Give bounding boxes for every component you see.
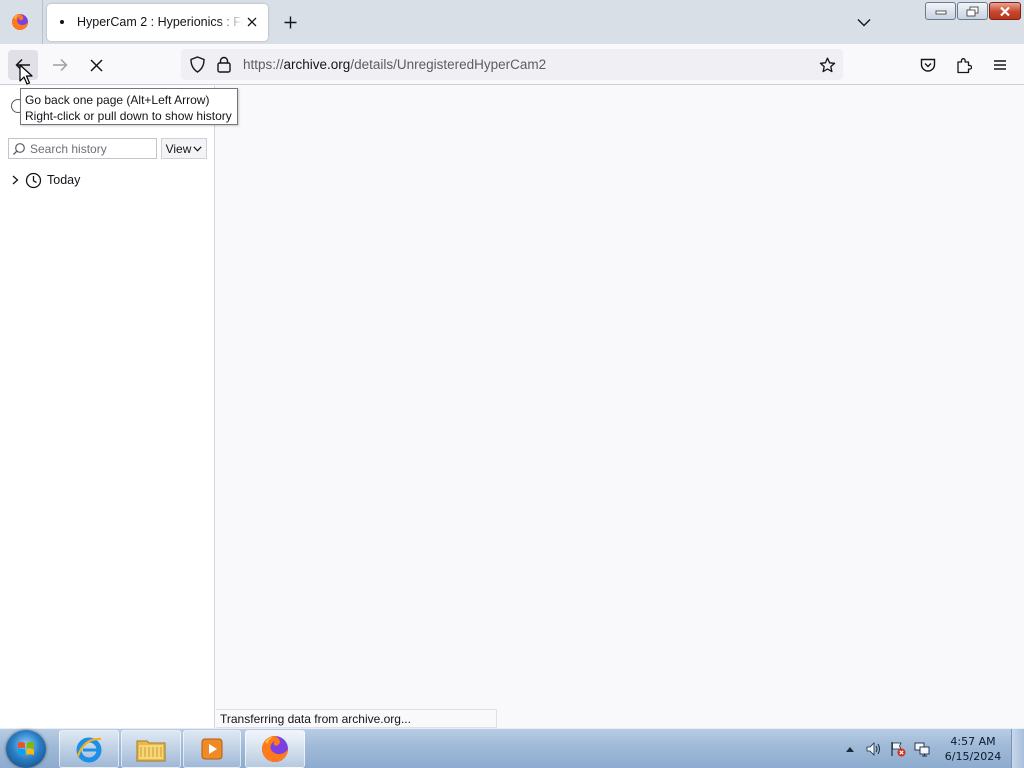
close-window-button[interactable] xyxy=(989,2,1021,20)
chevron-down-icon xyxy=(193,145,203,152)
tooltip-line-2: Right-click or pull down to show history xyxy=(25,109,232,123)
view-button-label: View xyxy=(165,141,192,156)
pocket-button[interactable] xyxy=(917,54,939,76)
tab-separator xyxy=(42,0,43,44)
star-icon xyxy=(819,57,835,72)
url-path: /details/UnregisteredHyperCam2 xyxy=(350,57,547,72)
action-center-button[interactable] xyxy=(890,741,906,757)
history-group-label: Today xyxy=(47,173,81,187)
expand-twisty[interactable] xyxy=(8,173,22,187)
minimize-icon xyxy=(935,10,946,15)
restore-button[interactable] xyxy=(957,2,988,20)
stop-icon xyxy=(89,58,103,72)
application-menu-button[interactable] xyxy=(989,54,1011,76)
lock-icon[interactable] xyxy=(216,56,232,73)
url-bar[interactable]: https://archive.org/details/Unregistered… xyxy=(181,49,843,80)
history-group-today[interactable]: Today xyxy=(8,170,208,190)
taskbar-media-player[interactable] xyxy=(183,730,241,768)
windows-explorer-icon xyxy=(136,740,166,762)
mouse-pointer-icon xyxy=(19,64,33,85)
clock-date: 6/15/2024 xyxy=(944,750,1002,763)
pocket-icon xyxy=(920,58,936,72)
new-tab-button[interactable] xyxy=(280,12,300,32)
media-player-icon xyxy=(201,738,223,760)
list-all-tabs-button[interactable] xyxy=(855,13,873,31)
search-icon xyxy=(13,143,25,155)
loading-indicator-icon xyxy=(60,20,64,24)
url-scheme: https:// xyxy=(243,57,284,72)
network-button[interactable] xyxy=(914,741,930,757)
show-desktop-button[interactable] xyxy=(1011,729,1024,768)
clock-icon xyxy=(25,172,42,188)
chevron-up-icon xyxy=(846,746,854,752)
tab-close-button[interactable] xyxy=(244,14,260,30)
url-domain: archive.org xyxy=(283,57,351,72)
firefox-logo-icon[interactable] xyxy=(11,13,29,31)
volume-button[interactable] xyxy=(866,741,882,757)
tracking-protection-shield-icon[interactable] xyxy=(189,56,206,73)
history-sidebar: View Today xyxy=(0,86,215,728)
clock-time: 4:57 AM xyxy=(950,735,996,748)
close-icon xyxy=(1000,6,1010,16)
network-icon xyxy=(914,742,930,757)
speaker-icon xyxy=(866,742,880,756)
show-hidden-icons-button[interactable] xyxy=(842,741,858,757)
restore-icon xyxy=(966,6,979,16)
firefox-icon xyxy=(262,736,288,762)
taskbar-clock[interactable]: 4:57 AM 6/15/2024 xyxy=(940,734,1006,764)
forward-button[interactable] xyxy=(45,50,75,80)
taskbar-internet-explorer[interactable] xyxy=(59,730,119,768)
internet-explorer-icon xyxy=(76,737,102,763)
url-text[interactable]: https://archive.org/details/Unregistered… xyxy=(243,57,546,72)
bookmark-button[interactable] xyxy=(817,55,837,75)
taskbar-windows-explorer[interactable] xyxy=(121,730,181,768)
chevron-right-icon xyxy=(12,175,18,185)
tab-strip: HyperCam 2 : Hyperionics : Free Download… xyxy=(0,0,1024,44)
tab-active[interactable]: HyperCam 2 : Hyperionics : Free Download… xyxy=(47,4,268,41)
history-search-box[interactable] xyxy=(8,138,157,159)
plus-icon xyxy=(284,16,296,28)
taskbar-firefox[interactable] xyxy=(245,730,305,768)
tooltip-line-1: Go back one page (Alt+Left Arrow) xyxy=(25,93,210,107)
system-tray xyxy=(842,729,930,768)
navigation-toolbar: https://archive.org/details/Unregistered… xyxy=(0,44,1024,85)
windows-logo-icon xyxy=(18,742,34,755)
windows-taskbar: 4:57 AM 6/15/2024 xyxy=(0,728,1024,768)
puzzle-piece-icon xyxy=(957,57,972,73)
hamburger-menu-icon xyxy=(994,60,1006,70)
close-icon xyxy=(247,17,257,27)
back-button-tooltip: Go back one page (Alt+Left Arrow) Right-… xyxy=(20,88,238,125)
action-center-flag-icon xyxy=(891,742,906,757)
minimize-button[interactable] xyxy=(925,2,956,20)
history-search-input[interactable] xyxy=(30,140,154,157)
page-content-area[interactable] xyxy=(216,86,1024,728)
stop-loading-button[interactable] xyxy=(81,50,111,80)
status-panel: Transferring data from archive.org... xyxy=(216,709,497,728)
view-menu-button[interactable]: View xyxy=(161,138,207,159)
tab-title: HyperCam 2 : Hyperionics : Free Download… xyxy=(77,15,243,29)
arrow-right-icon xyxy=(53,58,68,72)
start-button[interactable] xyxy=(6,730,46,768)
chevron-down-icon xyxy=(857,18,871,26)
extensions-button[interactable] xyxy=(953,54,975,76)
